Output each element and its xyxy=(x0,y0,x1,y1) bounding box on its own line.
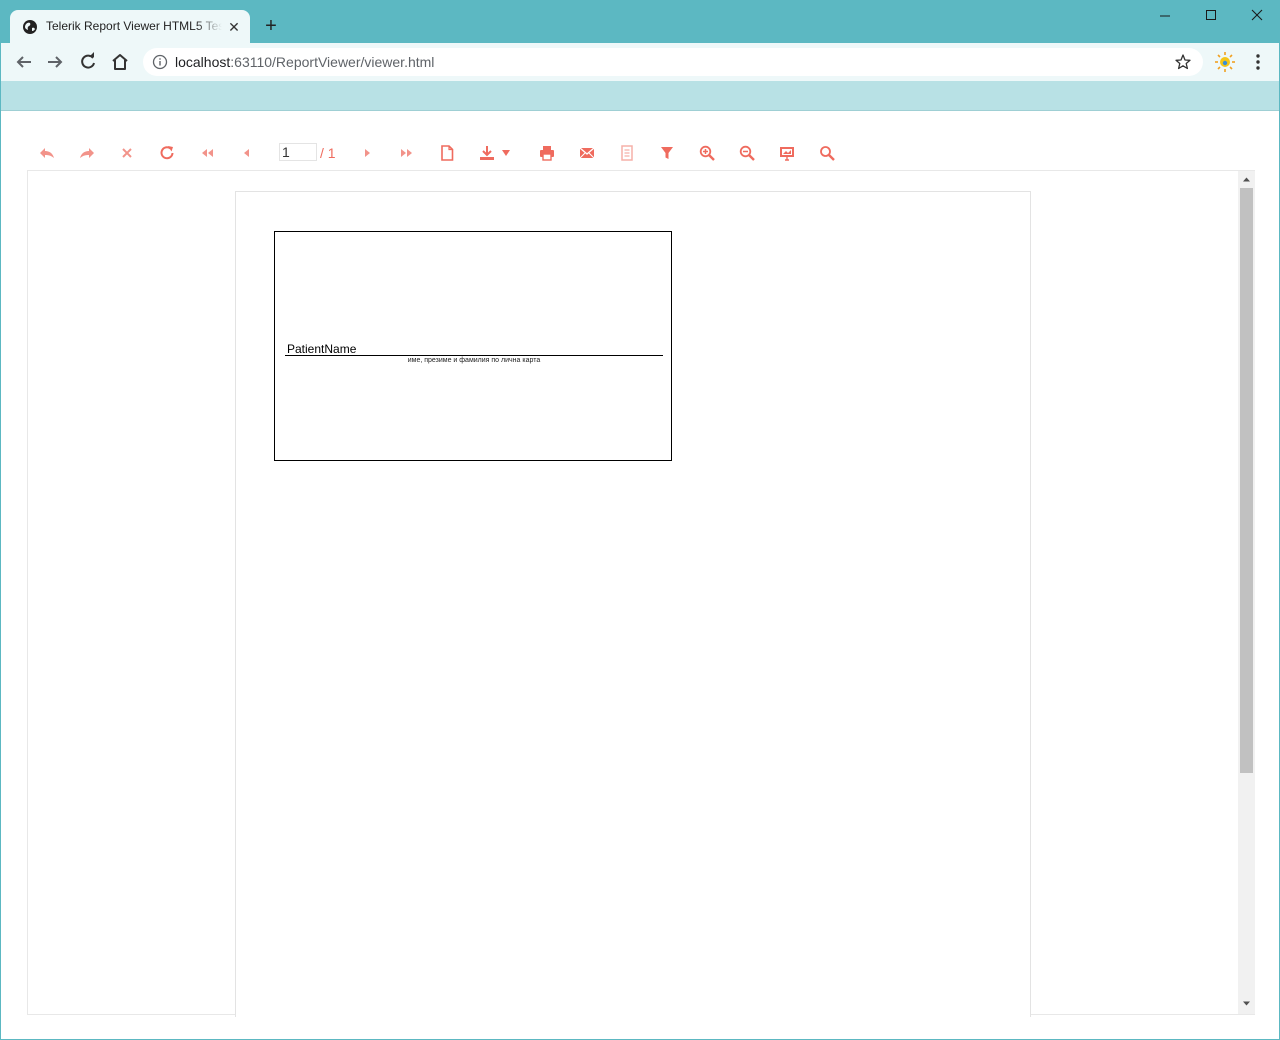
tab-close-icon[interactable]: ✕ xyxy=(225,18,243,36)
report-viewer-toolbar: / 1 xyxy=(1,141,1279,165)
url-text[interactable]: localhost:63110/ReportViewer/viewer.html xyxy=(175,54,434,70)
home-icon[interactable] xyxy=(107,49,133,75)
title-bar: Telerik Report Viewer HTML5 Test ✕ + xyxy=(1,1,1279,43)
extension-sun-icon[interactable] xyxy=(1214,51,1236,73)
close-window-icon[interactable] xyxy=(1242,5,1272,27)
refresh-icon[interactable] xyxy=(155,141,179,165)
url-host: localhost xyxy=(175,54,231,70)
zoom-out-icon[interactable] xyxy=(735,141,759,165)
next-page-icon[interactable] xyxy=(355,141,379,165)
browser-toolbar: localhost:63110/ReportViewer/viewer.html xyxy=(1,43,1279,81)
vertical-scrollbar[interactable] xyxy=(1238,171,1255,1014)
forward-icon[interactable] xyxy=(75,141,99,165)
scrollbar-thumb[interactable] xyxy=(1240,188,1253,773)
stop-icon[interactable] xyxy=(115,141,139,165)
last-page-icon[interactable] xyxy=(395,141,419,165)
browser-menu-icon[interactable] xyxy=(1249,52,1267,72)
scroll-up-arrow-icon[interactable] xyxy=(1242,175,1251,184)
export-dropdown-icon[interactable] xyxy=(496,141,516,165)
report-viewer-content[interactable]: PatientName име, презиме и фамилия по ли… xyxy=(27,170,1255,1017)
forward-arrow-icon[interactable] xyxy=(42,49,68,75)
previous-page-icon[interactable] xyxy=(235,141,259,165)
report-card: PatientName име, презиме и фамилия по ли… xyxy=(274,231,672,461)
document-map-icon[interactable] xyxy=(615,141,639,165)
bookmarks-bar xyxy=(1,81,1279,111)
url-path: :63110/ReportViewer/viewer.html xyxy=(230,54,435,70)
info-icon[interactable] xyxy=(152,54,168,70)
browser-tab[interactable]: Telerik Report Viewer HTML5 Test ✕ xyxy=(10,10,250,43)
search-icon[interactable] xyxy=(815,141,839,165)
print-icon[interactable] xyxy=(535,141,559,165)
tab-title: Telerik Report Viewer HTML5 Test xyxy=(46,19,222,33)
zoom-in-icon[interactable] xyxy=(695,141,719,165)
page-number-input[interactable] xyxy=(279,143,317,161)
page-count: / 1 xyxy=(320,145,336,161)
patient-name-field: PatientName xyxy=(287,342,357,356)
back-arrow-icon[interactable] xyxy=(11,49,37,75)
maximize-icon[interactable] xyxy=(1196,5,1226,27)
browser-window: Telerik Report Viewer HTML5 Test ✕ + loc… xyxy=(0,0,1280,1040)
address-bar[interactable]: localhost:63110/ReportViewer/viewer.html xyxy=(143,48,1203,76)
reload-icon[interactable] xyxy=(75,49,101,75)
toggle-zoom-mode-icon[interactable] xyxy=(775,141,799,165)
report-page: PatientName име, презиме и фамилия по ли… xyxy=(235,191,1031,1017)
back-icon[interactable] xyxy=(35,141,59,165)
minimize-icon[interactable] xyxy=(1150,5,1180,27)
print-preview-icon[interactable] xyxy=(435,141,459,165)
scroll-down-arrow-icon[interactable] xyxy=(1242,999,1251,1008)
bookmark-star-icon[interactable] xyxy=(1174,53,1192,71)
send-email-icon[interactable] xyxy=(575,141,599,165)
field-caption: име, презиме и фамилия по лична карта xyxy=(407,357,541,364)
signature-line xyxy=(285,355,663,356)
first-page-icon[interactable] xyxy=(195,141,219,165)
new-tab-button[interactable]: + xyxy=(260,15,282,37)
globe-icon xyxy=(23,20,37,34)
parameters-icon[interactable] xyxy=(655,141,679,165)
